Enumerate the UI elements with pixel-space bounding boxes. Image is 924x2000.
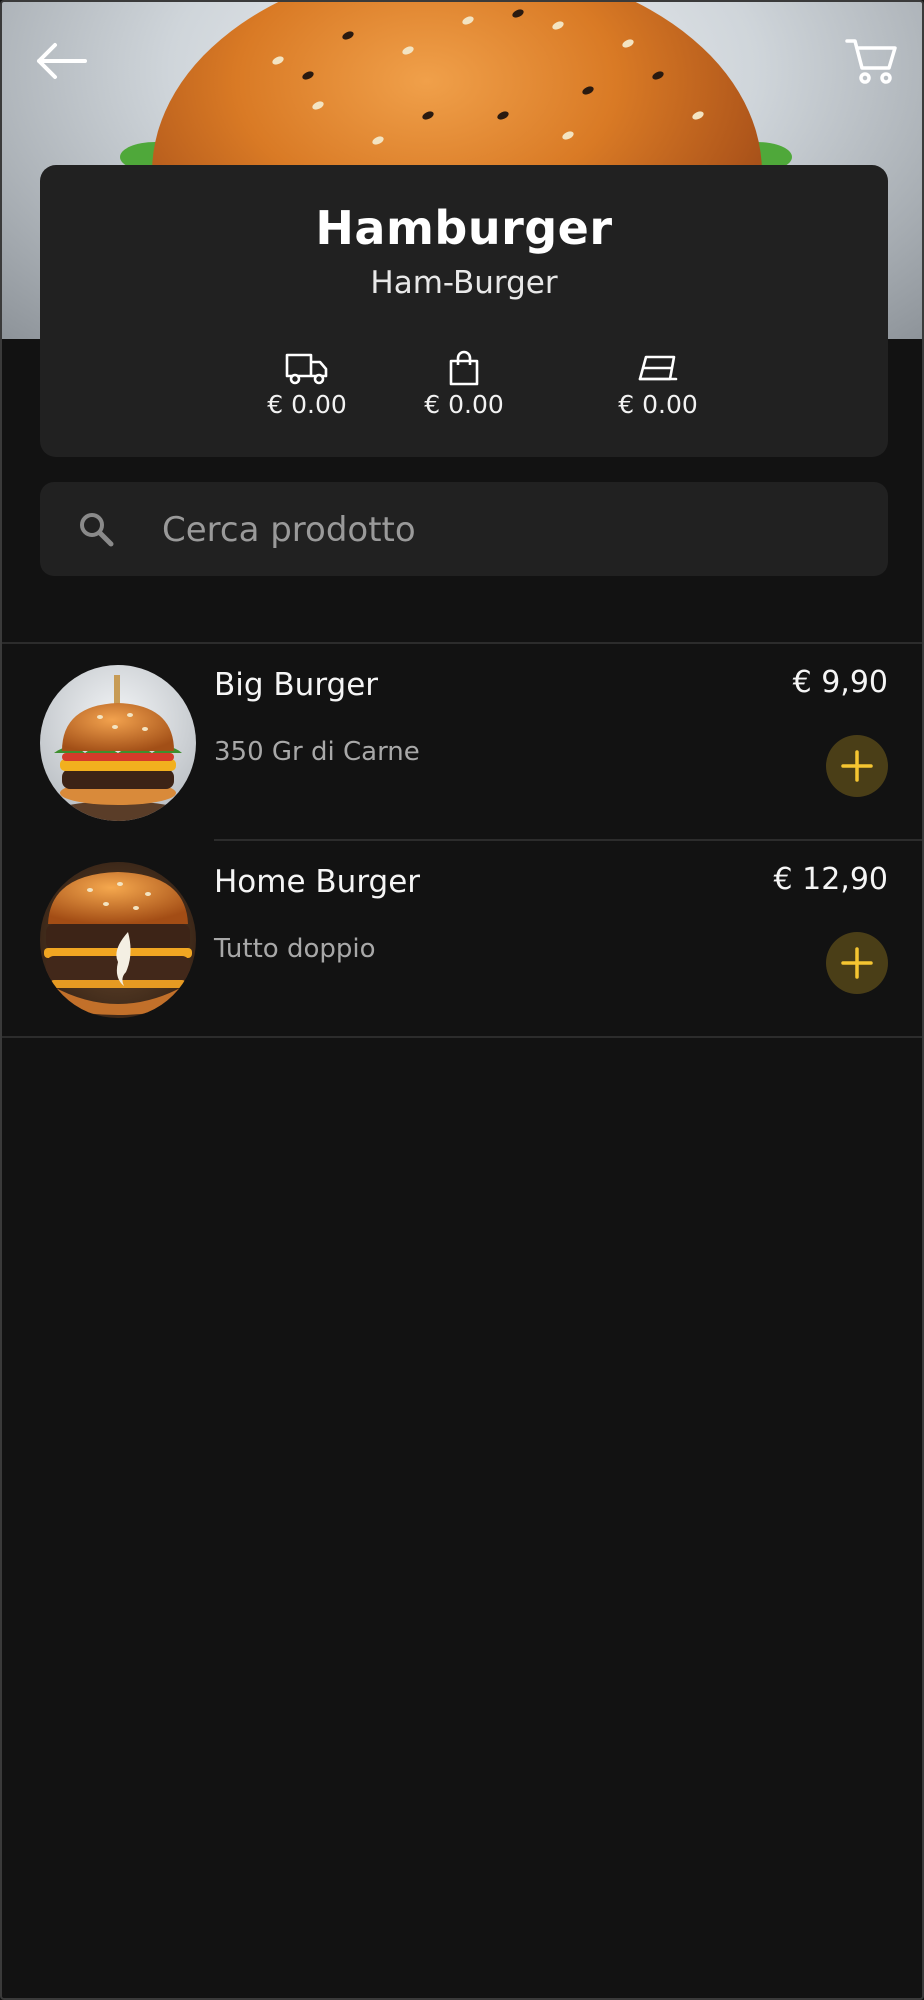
app-screen: Hamburger Ham-Burger € 0.00 € 0.00 € 0.0… xyxy=(0,0,924,2000)
takeaway-fee-value: € 0.00 xyxy=(424,390,504,419)
product-image xyxy=(40,862,196,1018)
plus-icon xyxy=(841,750,873,782)
arrow-left-icon xyxy=(37,43,87,79)
back-button[interactable] xyxy=(26,26,96,96)
shopping-bag-icon xyxy=(449,350,479,386)
cart-icon xyxy=(845,39,897,84)
add-to-cart-button[interactable] xyxy=(826,735,888,797)
search-bar xyxy=(40,482,888,576)
product-row[interactable]: Big Burger 350 Gr di Carne € 9,90 xyxy=(2,645,922,841)
product-description: Tutto doppio xyxy=(214,934,376,964)
delivery-fee: € 0.00 xyxy=(237,348,377,419)
delivery-fee-value: € 0.00 xyxy=(267,390,347,419)
add-to-cart-button[interactable] xyxy=(826,932,888,994)
delivery-truck-icon xyxy=(285,353,328,385)
product-price: € 12,90 xyxy=(773,862,888,897)
cart-button[interactable] xyxy=(836,26,906,96)
takeaway-fee: € 0.00 xyxy=(394,348,534,419)
list-top-divider xyxy=(2,642,922,644)
category-title: Hamburger xyxy=(315,201,613,255)
product-description: 350 Gr di Carne xyxy=(214,737,420,767)
row-divider xyxy=(214,839,922,841)
table-icon xyxy=(638,355,678,381)
product-row[interactable]: Home Burger Tutto doppio € 12,90 xyxy=(2,842,922,1038)
plus-icon xyxy=(841,947,873,979)
list-bottom-divider xyxy=(2,1036,922,1038)
category-subtitle: Ham-Burger xyxy=(370,265,558,301)
product-name: Big Burger xyxy=(214,667,379,703)
product-price: € 9,90 xyxy=(792,665,888,700)
search-input[interactable] xyxy=(160,500,844,560)
table-fee-value: € 0.00 xyxy=(618,390,698,419)
table-fee: € 0.00 xyxy=(588,348,728,419)
category-card: Hamburger Ham-Burger € 0.00 € 0.00 € 0.0… xyxy=(40,165,888,457)
search-icon xyxy=(80,513,114,547)
product-name: Home Burger xyxy=(214,864,421,900)
product-image xyxy=(40,665,196,821)
